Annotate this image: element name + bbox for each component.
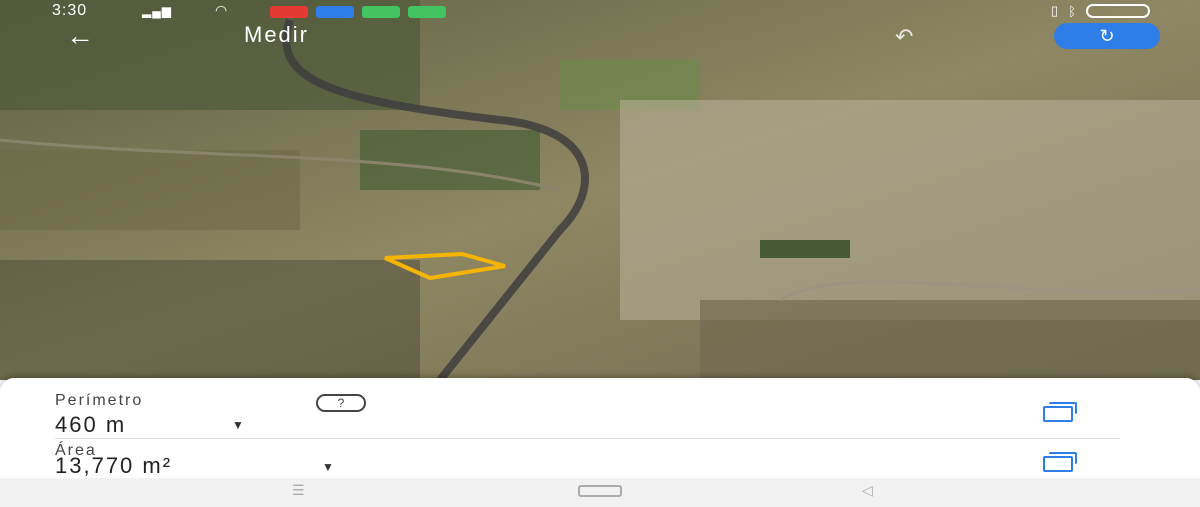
- page-title: Medir: [244, 22, 310, 47]
- bluetooth-icon: ᛒ: [1068, 3, 1076, 19]
- system-nav-bar: ☰ ◁: [0, 478, 1200, 507]
- help-icon[interactable]: ?: [316, 394, 366, 412]
- divider: [55, 438, 1120, 439]
- copy-area-icon[interactable]: [1043, 452, 1077, 472]
- menu-icon[interactable]: ☰: [292, 482, 305, 499]
- perimeter-label: Perímetro: [55, 392, 144, 409]
- notification-app-icon: [316, 6, 354, 18]
- area-unit-dropdown-icon[interactable]: ▼: [322, 460, 334, 474]
- notification-app-icon: [270, 6, 308, 18]
- notification-app-icon: [408, 6, 446, 18]
- copy-perimeter-icon[interactable]: [1043, 402, 1077, 422]
- refresh-button[interactable]: ↻: [1054, 23, 1160, 49]
- home-icon[interactable]: [578, 485, 622, 497]
- vibrate-icon: ▯: [1051, 3, 1059, 18]
- undo-icon[interactable]: ↶: [895, 24, 913, 50]
- status-bar: 3:30 ▂▄▆ ◠ ▯ ᛒ: [0, 0, 1200, 22]
- satellite-map[interactable]: 3:30 ▂▄▆ ◠ ▯ ᛒ ← Medir ↶ ↻: [0, 0, 1200, 380]
- triangle-back-icon[interactable]: ◁: [862, 482, 873, 499]
- battery-icon: [1086, 4, 1150, 18]
- status-time: 3:30: [52, 2, 88, 19]
- measurement-sheet: Perímetro ? 460 m ▼ Área 13,770 m² ▼: [0, 378, 1200, 478]
- app-top-bar: ← Medir ↶ ↻: [0, 20, 1200, 54]
- perimeter-value: 460 m: [55, 412, 127, 437]
- wifi-icon: ◠: [215, 2, 228, 18]
- area-value: 13,770 m²: [55, 453, 173, 478]
- notification-app-icon: [362, 6, 400, 18]
- notification-icons: [270, 6, 446, 18]
- system-icons: ▯ ᛒ: [1051, 3, 1150, 19]
- signal-icon: ▂▄▆: [142, 4, 172, 18]
- map-imagery: [0, 0, 1200, 380]
- refresh-icon: ↻: [1099, 26, 1115, 46]
- arrow-left-icon[interactable]: ←: [66, 22, 94, 50]
- perimeter-unit-dropdown-icon[interactable]: ▼: [232, 418, 244, 432]
